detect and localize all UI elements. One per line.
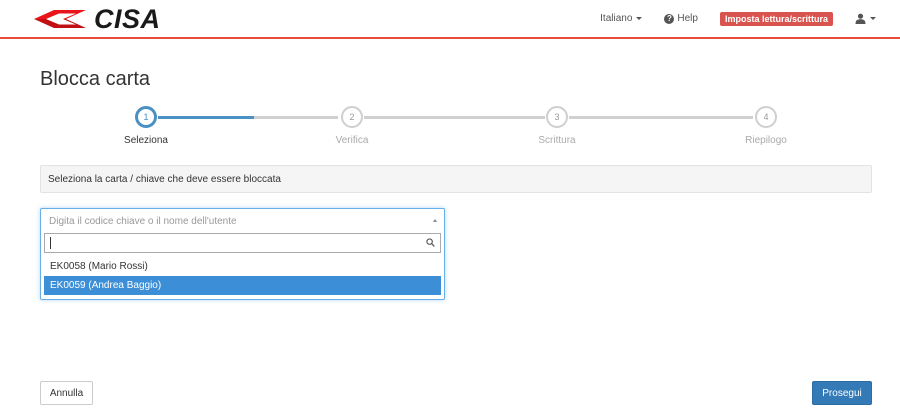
step-connector-2: [364, 116, 545, 119]
step-connector-1: [254, 116, 338, 119]
step-4-circle: 4: [755, 106, 777, 128]
step-1-circle: 1: [135, 106, 157, 128]
chevron-down-icon: [636, 17, 643, 20]
key-select-toggle[interactable]: Digita il codice chiave o il nome dell'u…: [41, 209, 444, 233]
key-select-placeholder: Digita il codice chiave o il nome dell'u…: [49, 215, 237, 227]
cisa-logo-mark-icon: [34, 10, 86, 28]
language-label: Italiano: [600, 13, 633, 24]
step-connector-3: [569, 116, 753, 119]
step-3-label: Scrittura: [538, 135, 576, 146]
step-3-circle: 3: [546, 106, 568, 128]
page-title: Blocca carta: [40, 68, 151, 90]
chevron-down-icon: [870, 17, 876, 20]
read-write-settings-badge[interactable]: Imposta lettura/scrittura: [719, 11, 833, 26]
user-menu[interactable]: [855, 13, 876, 24]
user-icon: [855, 13, 866, 24]
step-connector-1-active: [158, 116, 254, 119]
dropdown-search: [44, 233, 441, 253]
step-2-label: Verifica: [335, 135, 369, 146]
dropdown-options: EK0058 (Mario Rossi) EK0059 (Andrea Bagg…: [41, 257, 444, 295]
cancel-button[interactable]: Annulla: [40, 381, 93, 405]
instruction-text: Seleziona la carta / chiave che deve ess…: [48, 173, 281, 185]
chevron-up-icon: [433, 219, 437, 222]
step-2-circle: 2: [341, 106, 363, 128]
instruction-panel: Seleziona la carta / chiave che deve ess…: [40, 165, 872, 193]
dropdown-option[interactable]: EK0058 (Mario Rossi): [44, 257, 441, 276]
text-cursor: [50, 237, 51, 249]
help-link[interactable]: ? Help: [664, 13, 698, 24]
wizard-stepper: 1 2 3 4 Seleziona Verifica Scrittura Rie…: [0, 104, 900, 152]
dropdown-option-highlighted[interactable]: EK0059 (Andrea Baggio): [44, 276, 441, 295]
top-navbar: CISA Italiano ? Help Imposta lettura/scr…: [0, 0, 900, 39]
step-1-label: Seleziona: [124, 135, 168, 146]
key-select: Digita il codice chiave o il nome dell'u…: [40, 208, 445, 300]
help-label: Help: [677, 13, 698, 24]
language-dropdown[interactable]: Italiano: [600, 13, 643, 24]
next-button[interactable]: Prosegui: [812, 381, 872, 405]
question-circle-icon: ?: [664, 13, 675, 24]
step-4-label: Riepilogo: [745, 135, 787, 146]
cisa-logo[interactable]: CISA: [32, 3, 161, 34]
logo-text: CISA: [94, 3, 161, 34]
dropdown-search-input[interactable]: [45, 234, 440, 252]
search-icon: [426, 238, 435, 247]
